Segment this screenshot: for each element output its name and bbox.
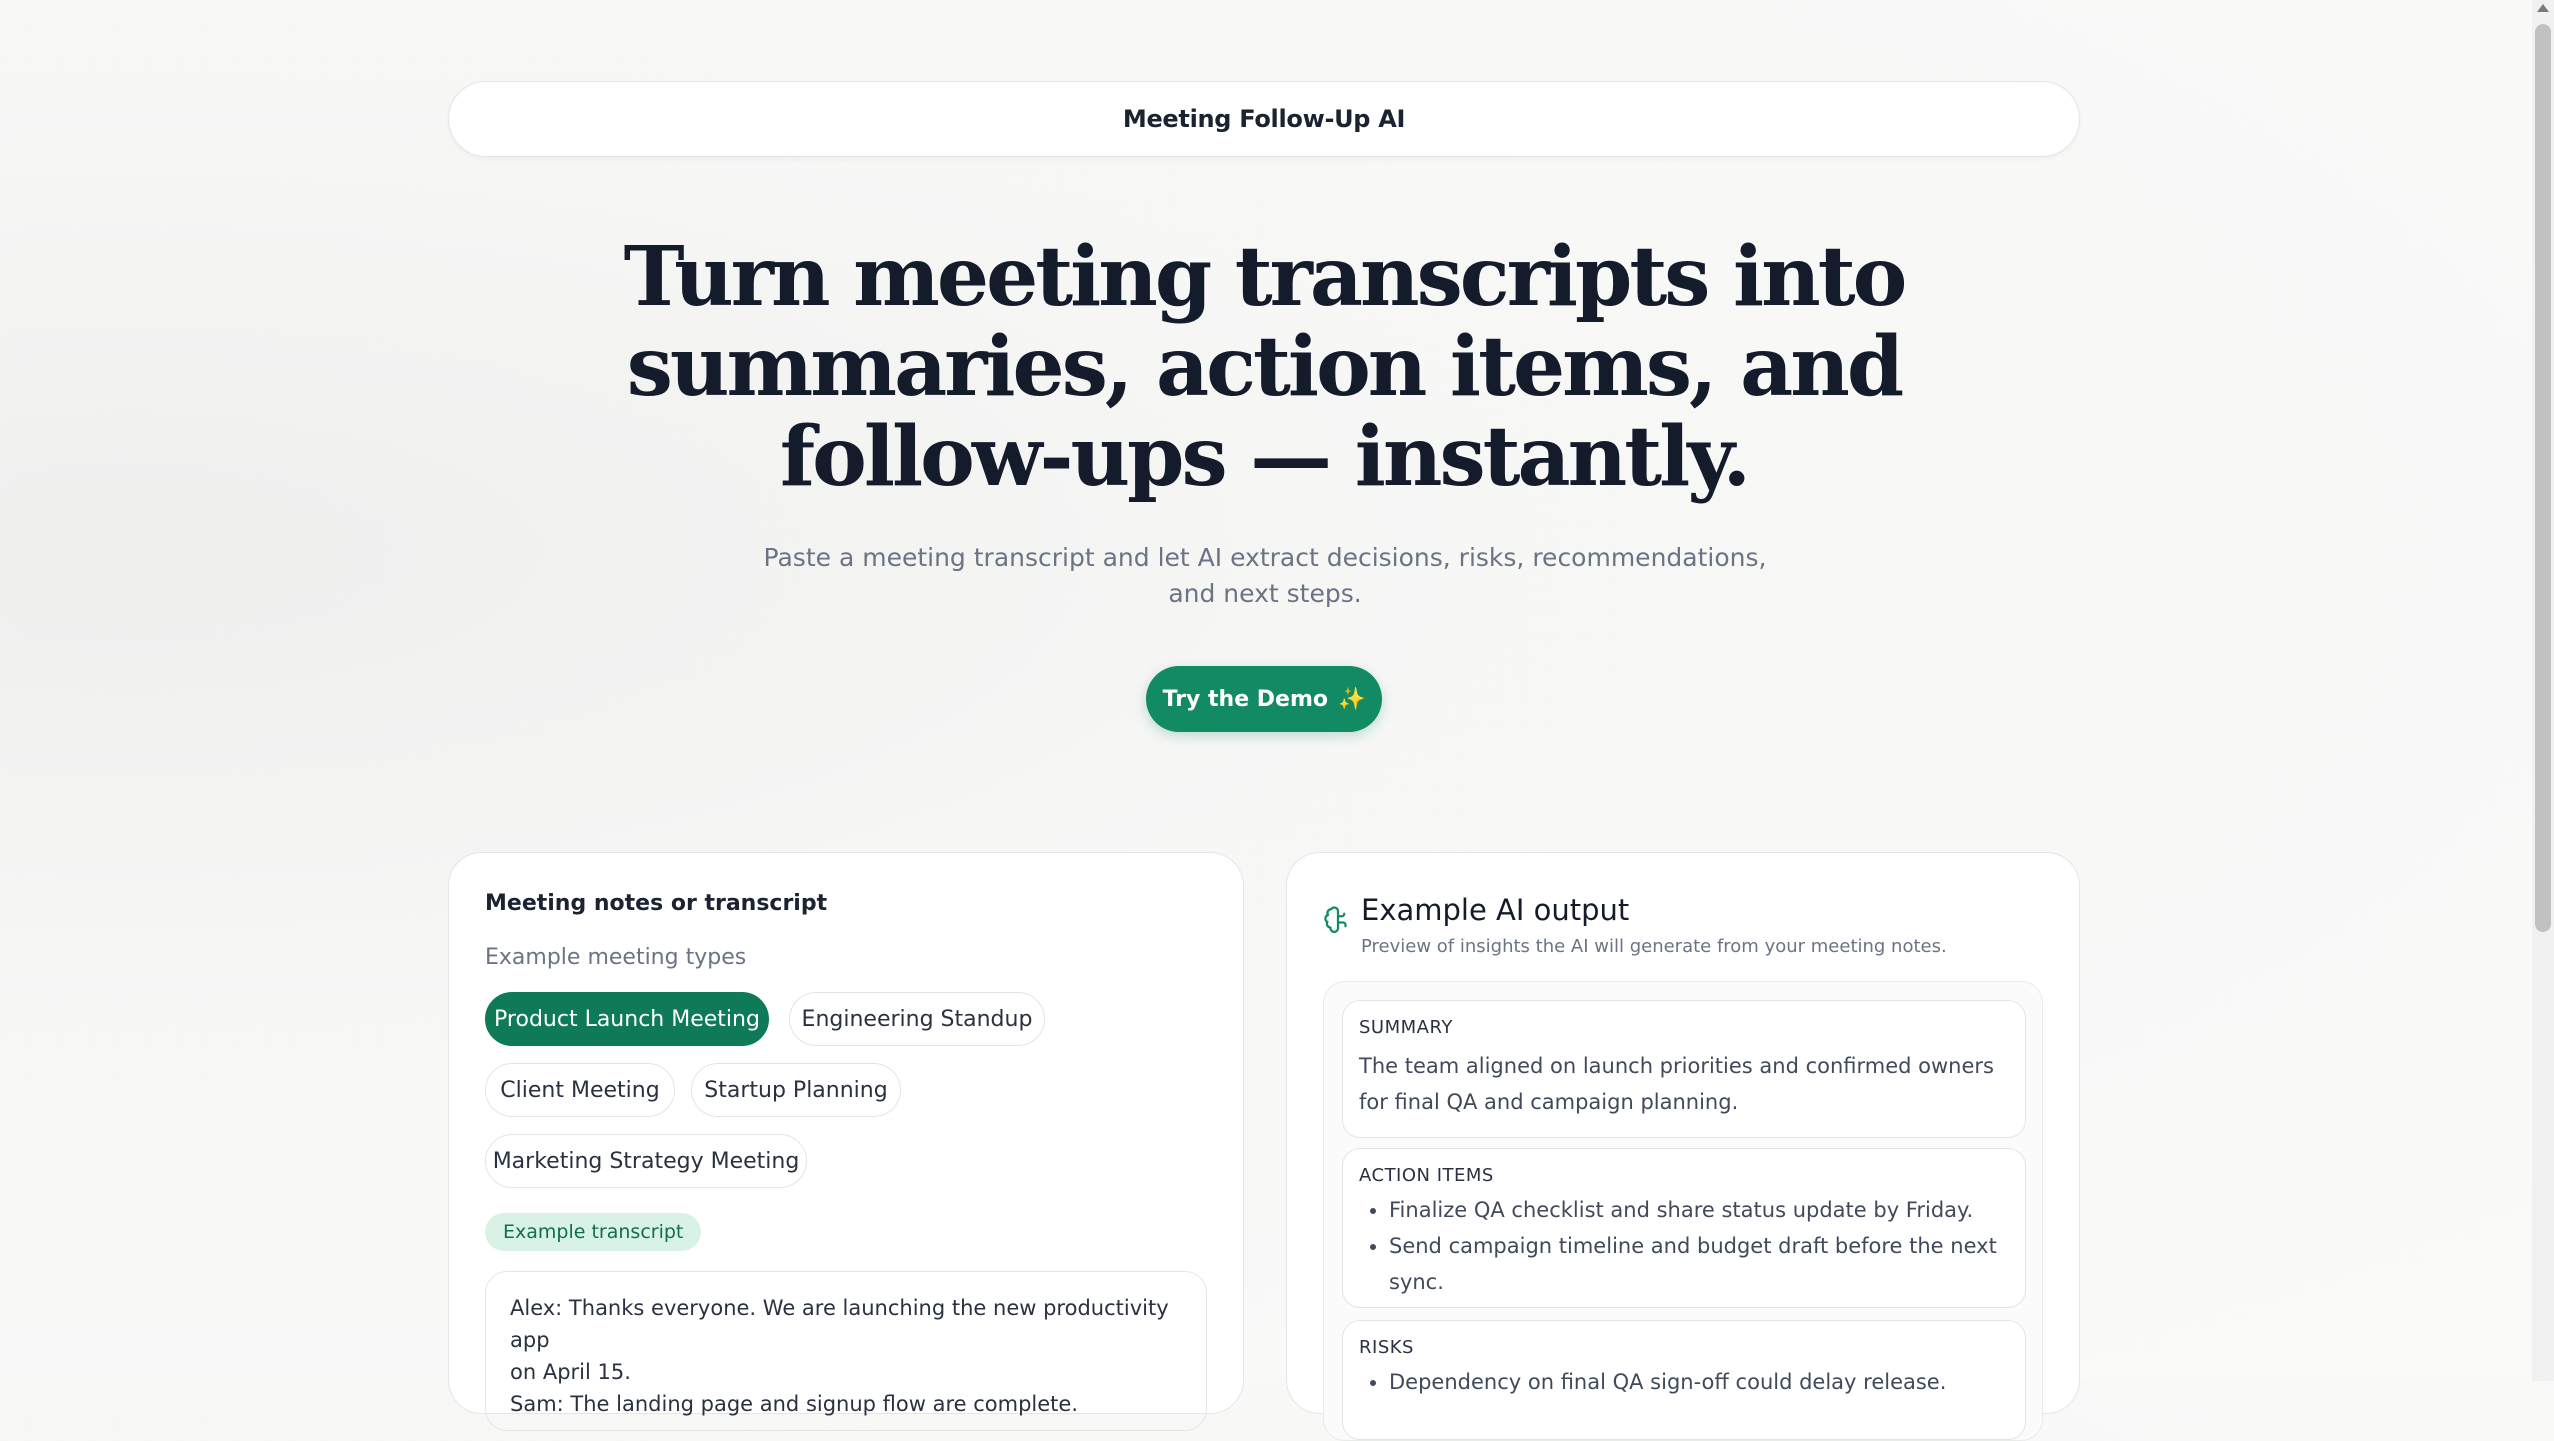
try-demo-button[interactable]: Try the Demo ✨ [1146, 666, 1382, 732]
meeting-types-label: Example meeting types [485, 945, 747, 970]
chip-engineering-standup[interactable]: Engineering Standup [789, 992, 1045, 1046]
hero-subtitle: Paste a meeting transcript and let AI ex… [763, 543, 1767, 608]
brand-name[interactable]: Meeting Follow-Up AI [1123, 105, 1406, 133]
brain-icon [1324, 906, 1347, 933]
hero-title-line: follow-ups — instantly. [779, 409, 1751, 505]
transcript-line: on April 15. [510, 1360, 631, 1384]
action-item: Finalize QA checklist and share status u… [1389, 1192, 2009, 1228]
hero-title-line: Turn meeting transcripts into [623, 229, 1908, 325]
scroll-up-arrow-icon[interactable] [2537, 4, 2549, 12]
sparkles-icon: ✨ [1338, 686, 1366, 712]
action-items-section: ACTION ITEMS Finalize QA checklist and s… [1342, 1148, 2026, 1308]
hero-title: Turn meeting transcripts into summaries,… [560, 232, 1968, 502]
action-item: Send campaign timeline and budget draft … [1389, 1228, 2009, 1300]
risks-list: Dependency on final QA sign-off could de… [1359, 1364, 2009, 1400]
summary-label: SUMMARY [1359, 1017, 1453, 1038]
transcript-line: Sam: The landing page and signup flow ar… [510, 1392, 1078, 1416]
chip-startup-planning[interactable]: Startup Planning [691, 1063, 901, 1117]
summary-section: SUMMARY The team aligned on launch prior… [1342, 1000, 2026, 1138]
scrollbar-thumb[interactable] [2535, 24, 2551, 932]
transcript-card: Meeting notes or transcript Example meet… [448, 852, 1244, 1431]
summary-text: The team aligned on launch priorities an… [1359, 1054, 1994, 1114]
risks-section: RISKS Dependency on final QA sign-off co… [1342, 1320, 2026, 1440]
transcript-label: Meeting notes or transcript [485, 891, 828, 916]
risks-label: RISKS [1359, 1337, 1414, 1358]
output-title: Example AI output [1361, 893, 1630, 927]
action-items-label: ACTION ITEMS [1359, 1165, 1494, 1186]
chip-marketing-strategy[interactable]: Marketing Strategy Meeting [485, 1134, 807, 1188]
risk-item: Dependency on final QA sign-off could de… [1389, 1364, 2009, 1400]
top-navbar: Meeting Follow-Up AI [448, 81, 2080, 157]
output-preview-panel: SUMMARY The team aligned on launch prior… [1323, 981, 2043, 1441]
transcript-textarea[interactable]: Alex: Thanks everyone. We are launching … [485, 1271, 1207, 1431]
chip-product-launch[interactable]: Product Launch Meeting [485, 992, 769, 1046]
transcript-line: Alex: Thanks everyone. We are launching … [510, 1296, 1169, 1352]
example-transcript-badge: Example transcript [485, 1213, 702, 1251]
chip-client-meeting[interactable]: Client Meeting [485, 1063, 675, 1117]
hero-title-line: summaries, action items, and [626, 319, 1904, 415]
action-items-list: Finalize QA checklist and share status u… [1359, 1192, 2009, 1300]
output-subtitle: Preview of insights the AI will generate… [1361, 936, 1947, 957]
output-card: Example AI output Preview of insights th… [1286, 852, 2080, 1441]
try-demo-label: Try the Demo [1162, 686, 1328, 712]
scrollbar[interactable] [2532, 0, 2554, 1381]
